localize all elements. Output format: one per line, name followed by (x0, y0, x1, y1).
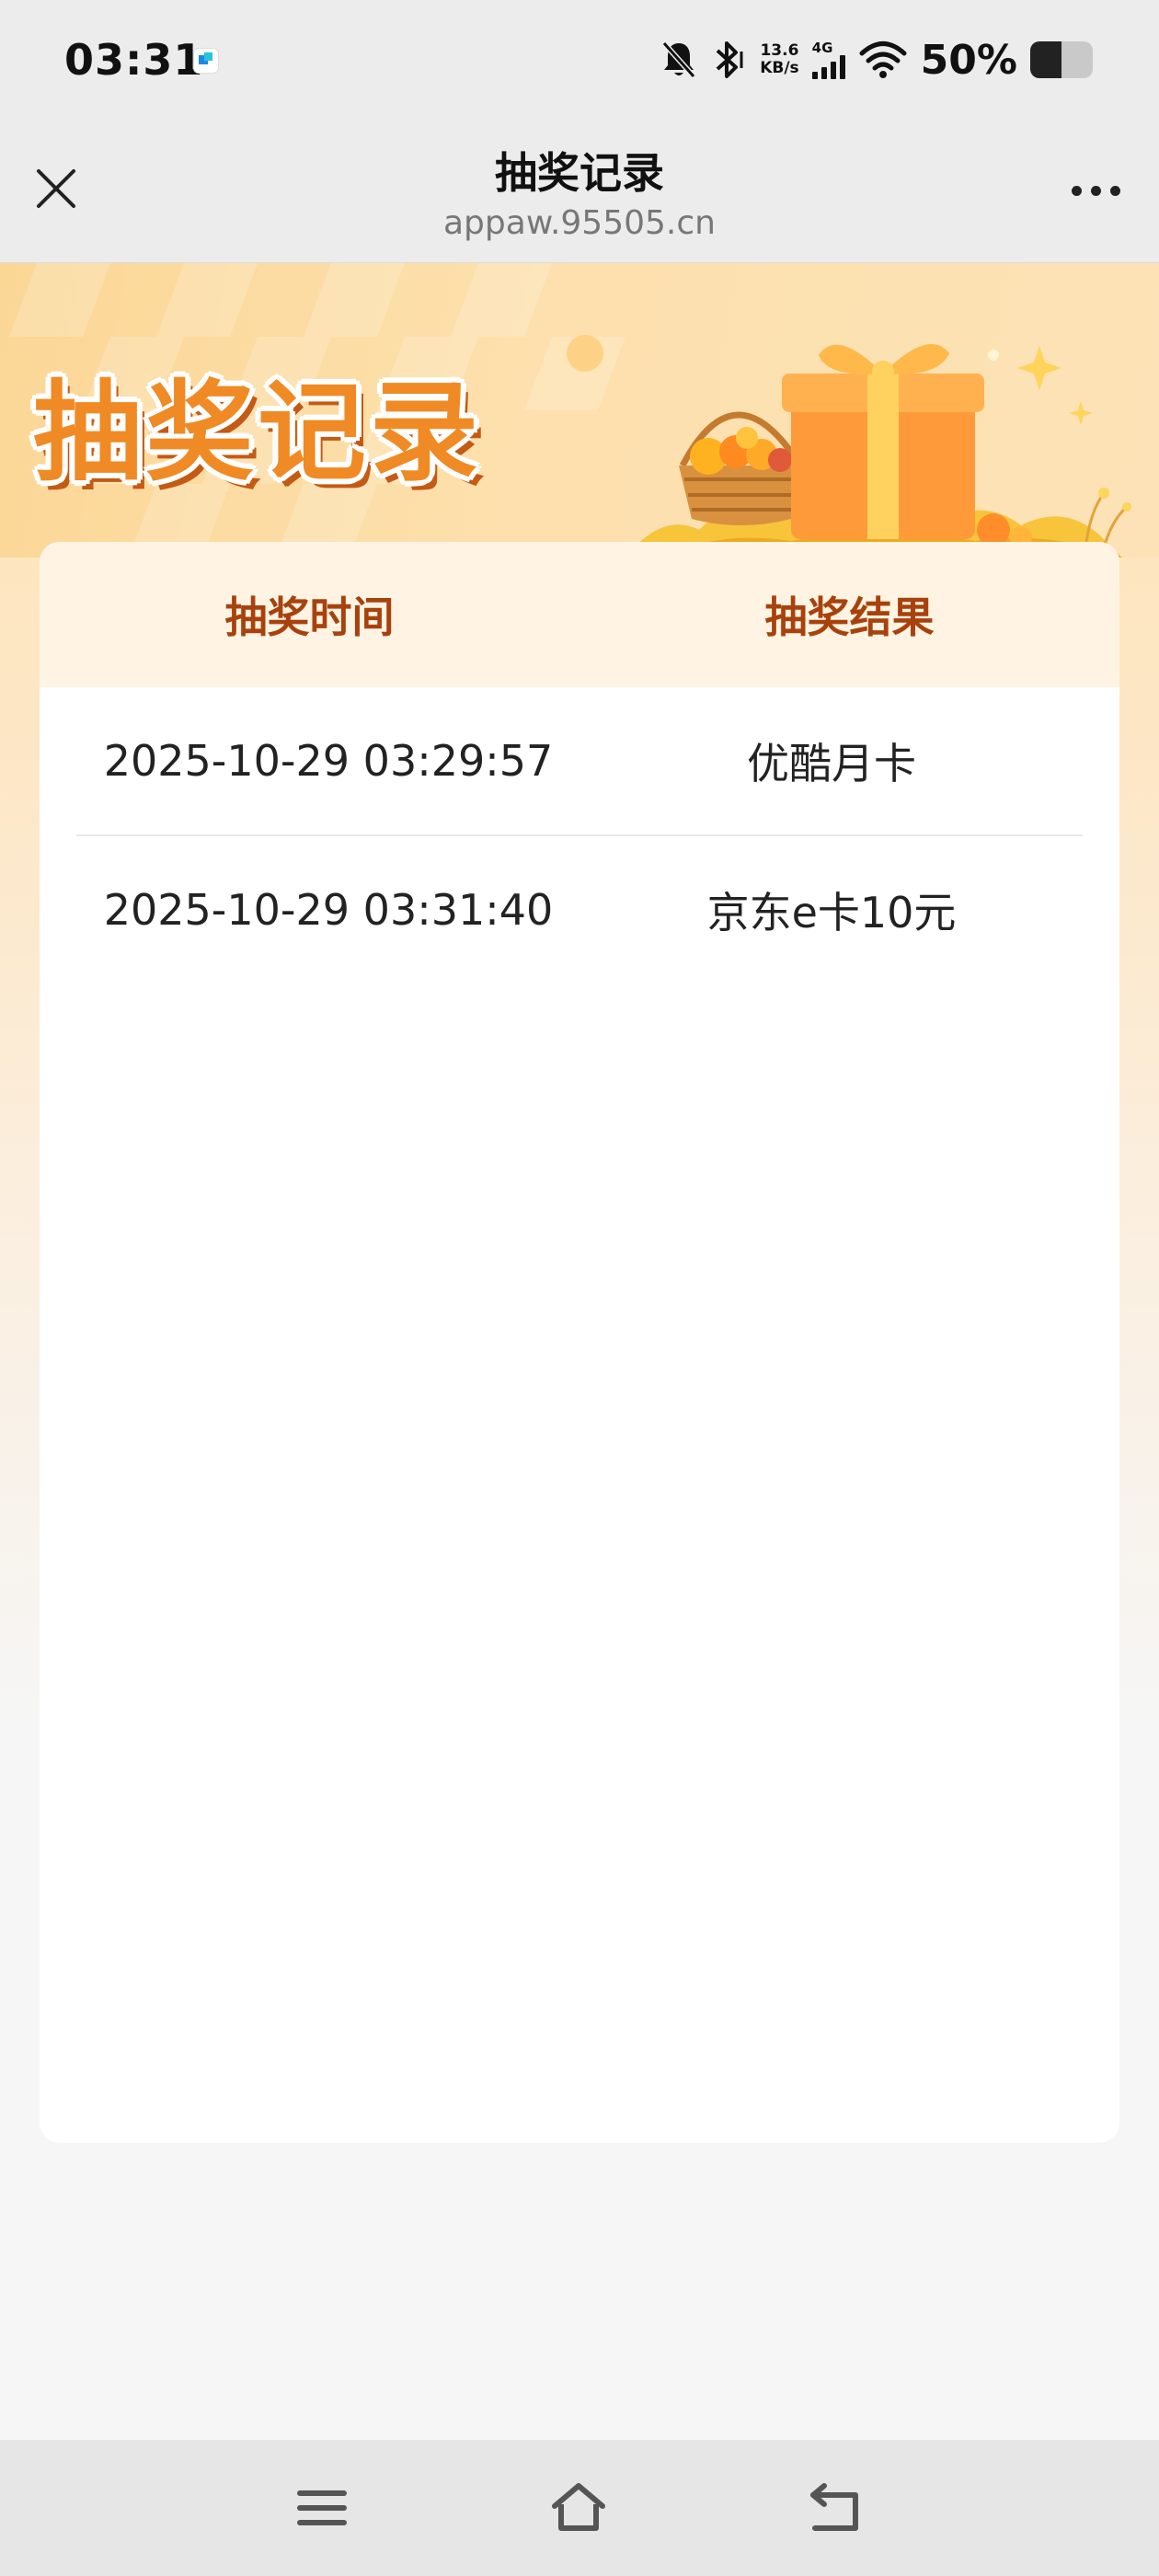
battery-icon (1030, 41, 1093, 78)
table-row: 2025-10-29 03:31:40 京东e卡10元 (76, 836, 1083, 983)
more-icon[interactable] (1072, 186, 1120, 196)
record-card: 抽奖时间 抽奖结果 2025-10-29 03:29:57 优酷月卡 2025-… (40, 542, 1119, 2143)
network-type: 4G (811, 40, 833, 56)
app-notification-icon (193, 48, 219, 74)
wifi-icon (859, 41, 907, 78)
status-bar: 03:31 13.6 KB/s 4G 50% (0, 0, 1159, 129)
row-time: 2025-10-29 03:31:40 (103, 885, 554, 935)
row-time: 2025-10-29 03:29:57 (103, 736, 554, 786)
page-content: 抽奖记录 抽奖时间 抽奖结果 2025-10-29 03:29:57 优酷月卡 … (0, 263, 1159, 2440)
back-icon[interactable] (806, 2478, 865, 2537)
banner: 抽奖记录 (0, 263, 1159, 558)
table-header: 抽奖时间 抽奖结果 (40, 542, 1119, 687)
page-title: 抽奖记录 (495, 148, 664, 198)
header-draw-time: 抽奖时间 (224, 592, 395, 642)
browser-nav-bar: 抽奖记录 appaw.95505.cn (0, 129, 1159, 263)
page-url: appaw.95505.cn (443, 204, 716, 242)
battery-percent: 50% (920, 36, 1017, 84)
header-draw-result: 抽奖结果 (764, 592, 935, 642)
system-nav-bar (0, 2440, 1159, 2576)
table-row: 2025-10-29 03:29:57 优酷月卡 (76, 687, 1083, 836)
menu-icon[interactable] (293, 2478, 351, 2537)
bluetooth-icon (716, 41, 743, 78)
status-icons: 13.6 KB/s 4G 50% (660, 36, 1093, 84)
home-icon[interactable] (549, 2478, 608, 2537)
signal-icon: 4G (811, 40, 845, 79)
status-time: 03:31 (64, 35, 204, 85)
banner-title: 抽奖记录 (33, 368, 483, 496)
row-result: 京东e卡10元 (706, 888, 957, 937)
gift-basket-illustration (625, 343, 1131, 558)
mute-icon (661, 41, 696, 78)
row-result: 优酷月卡 (747, 739, 916, 788)
net-speed-unit: KB/s (760, 59, 799, 77)
net-speed-value: 13.6 (760, 41, 799, 60)
net-speed: 13.6 KB/s (760, 42, 798, 77)
